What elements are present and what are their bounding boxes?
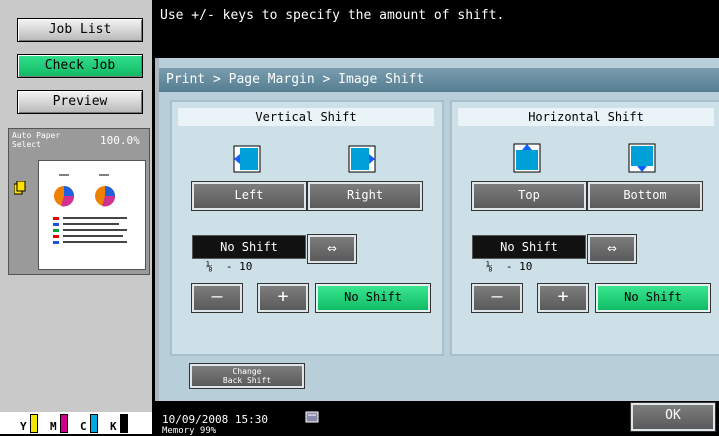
- toner-c: C: [80, 414, 98, 433]
- right-button[interactable]: Right: [308, 182, 422, 210]
- network-icon: [305, 408, 319, 427]
- datetime: 10/09/2008 15:30: [162, 413, 268, 426]
- top-button[interactable]: Top: [472, 182, 586, 210]
- shift-left-icon: [232, 144, 262, 174]
- check-job-button[interactable]: Check Job: [17, 54, 143, 78]
- horizontal-no-shift-button[interactable]: No Shift: [596, 284, 710, 312]
- horizontal-swap-button[interactable]: ⇔: [588, 235, 636, 263]
- vertical-plus-button[interactable]: +: [258, 284, 308, 312]
- change-back-shift-button[interactable]: Change Back Shift: [190, 364, 304, 388]
- horizontal-plus-button[interactable]: +: [538, 284, 588, 312]
- paper-select-label: Auto Paper Select: [12, 131, 61, 149]
- toner-y: Y: [20, 414, 38, 433]
- vertical-swap-button[interactable]: ⇔: [308, 235, 356, 263]
- horizontal-shift-title: Horizontal Shift: [458, 108, 714, 126]
- toner-m: M: [50, 414, 68, 433]
- shift-right-icon: [347, 144, 377, 174]
- memory-status: Memory 99%: [162, 426, 217, 436]
- vertical-minus-button[interactable]: –: [192, 284, 242, 312]
- left-button[interactable]: Left: [192, 182, 306, 210]
- job-list-button[interactable]: Job List: [17, 18, 143, 42]
- vertical-unit: ⅛ - 10: [206, 260, 253, 273]
- vertical-shift-group: Vertical Shift Left Right No Shift ⇔ ⅛ -…: [170, 100, 444, 356]
- shift-top-icon: [512, 142, 542, 173]
- page-thumbnail: [38, 160, 146, 270]
- preview-button[interactable]: Preview: [17, 90, 143, 114]
- instruction-message: Use +/- keys to specify the amount of sh…: [160, 8, 505, 23]
- toner-k: K: [110, 414, 128, 433]
- vertical-no-shift-button[interactable]: No Shift: [316, 284, 430, 312]
- shift-bottom-icon: [627, 142, 657, 173]
- vertical-shift-title: Vertical Shift: [178, 108, 434, 126]
- breadcrumb: Print > Page Margin > Image Shift: [166, 72, 425, 87]
- vertical-shift-display: No Shift: [192, 235, 306, 259]
- horizontal-shift-group: Horizontal Shift Top Bottom No Shift ⇔ ⅛…: [450, 100, 719, 356]
- stack-icon: [13, 180, 26, 195]
- horizontal-unit: ⅛ - 10: [486, 260, 533, 273]
- bottom-button[interactable]: Bottom: [588, 182, 702, 210]
- toner-indicator: Y M C K: [0, 412, 152, 434]
- zoom-label: 100.0%: [100, 134, 140, 147]
- horizontal-minus-button[interactable]: –: [472, 284, 522, 312]
- ok-button[interactable]: OK: [631, 403, 715, 431]
- horizontal-shift-display: No Shift: [472, 235, 586, 259]
